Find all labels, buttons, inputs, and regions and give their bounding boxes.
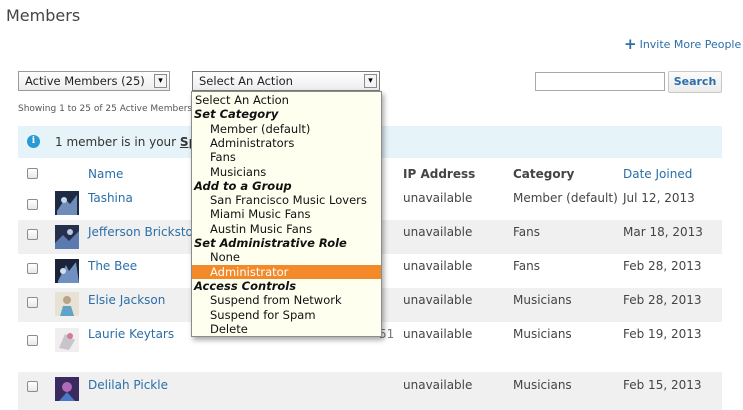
row-checkbox[interactable]	[27, 199, 38, 210]
action-option-fans[interactable]: Fans	[192, 150, 381, 164]
optgroup-access-controls: Access Controls	[194, 278, 297, 293]
action-option-administrators[interactable]: Administrators	[192, 136, 381, 150]
column-header-category: Category	[513, 167, 575, 181]
ip-address: unavailable	[403, 327, 473, 341]
invite-label: Invite More People	[639, 38, 742, 51]
avatar	[55, 292, 79, 316]
optgroup-admin-role: Set Administrative Role	[194, 236, 347, 250]
avatar	[55, 328, 79, 352]
info-message: 1 member is in your Spa	[55, 135, 205, 149]
action-dropdown-menu: Select An Action Set Category Member (de…	[191, 91, 382, 337]
info-icon: i	[27, 135, 40, 148]
search-input[interactable]	[535, 72, 665, 91]
action-option-musicians[interactable]: Musicians	[192, 165, 381, 179]
member-filter-value: Active Members (25)	[25, 74, 145, 88]
invite-more-people-link[interactable]: + Invite More People	[624, 35, 741, 53]
chevron-down-icon: ▾	[364, 74, 377, 88]
member-category: Musicians	[513, 378, 572, 392]
optgroup-set-category: Set Category	[194, 107, 279, 122]
date-joined: Feb 15, 2013	[623, 378, 702, 392]
avatar	[55, 377, 79, 401]
table-row: Delilah Pickle unavailable Musicians Feb…	[18, 372, 722, 410]
action-option-miami-music-fans[interactable]: Miami Music Fans	[192, 207, 381, 221]
column-header-name[interactable]: Name	[88, 167, 123, 181]
date-joined: Feb 28, 2013	[623, 259, 702, 273]
avatar	[55, 225, 79, 249]
column-header-ip: IP Address	[403, 167, 476, 181]
date-joined: Feb 19, 2013	[623, 327, 702, 341]
info-message-text: 1 member is in your	[55, 135, 180, 149]
search-button[interactable]: Search	[668, 71, 722, 93]
column-header-date-joined[interactable]: Date Joined	[623, 167, 692, 181]
select-all-checkbox[interactable]	[27, 168, 38, 179]
date-joined: Feb 28, 2013	[623, 293, 702, 307]
date-joined: Jul 12, 2013	[623, 191, 695, 205]
action-option-member-default[interactable]: Member (default)	[192, 122, 381, 136]
member-name-link[interactable]: Elsie Jackson	[88, 293, 165, 307]
chevron-down-icon: ▾	[154, 74, 167, 88]
action-option-sf-music-lovers[interactable]: San Francisco Music Lovers	[192, 193, 381, 207]
action-option-austin-music-fans[interactable]: Austin Music Fans	[192, 222, 381, 236]
action-option-suspend-spam[interactable]: Suspend for Spam	[192, 308, 381, 322]
row-checkbox[interactable]	[27, 229, 38, 240]
date-joined: Mar 18, 2013	[623, 225, 703, 239]
plus-icon: +	[624, 35, 637, 53]
avatar	[55, 259, 79, 283]
member-category: Fans	[513, 225, 541, 239]
member-name-link[interactable]: Tashina	[88, 191, 133, 205]
page-title: Members	[6, 6, 81, 25]
member-category: Fans	[513, 259, 541, 273]
ip-address: unavailable	[403, 259, 473, 273]
row-checkbox[interactable]	[27, 335, 38, 346]
avatar	[55, 191, 79, 215]
ip-address: unavailable	[403, 378, 473, 392]
member-name-link[interactable]: The Bee	[88, 259, 137, 273]
member-category: Member (default)	[513, 191, 618, 205]
member-name-link[interactable]: Delilah Pickle	[88, 378, 168, 392]
ip-address: unavailable	[403, 225, 473, 239]
action-option-administrator[interactable]: Administrator	[192, 264, 381, 279]
ip-address: unavailable	[403, 191, 473, 205]
action-option-suspend-network[interactable]: Suspend from Network	[192, 293, 381, 307]
action-select-value: Select An Action	[199, 74, 293, 88]
member-category: Musicians	[513, 293, 572, 307]
ip-address: unavailable	[403, 293, 473, 307]
row-checkbox[interactable]	[27, 297, 38, 308]
action-select[interactable]: Select An Action ▾	[192, 71, 380, 91]
member-filter-select[interactable]: Active Members (25) ▾	[18, 71, 170, 91]
member-name-link[interactable]: Laurie Keytars	[88, 327, 174, 341]
action-option-delete[interactable]: Delete	[192, 322, 381, 336]
member-category: Musicians	[513, 327, 572, 341]
row-checkbox[interactable]	[27, 263, 38, 274]
member-name-link[interactable]: Jefferson Brickston	[88, 225, 200, 239]
row-checkbox[interactable]	[27, 381, 38, 392]
action-option-none[interactable]: None	[192, 250, 381, 264]
action-option-select[interactable]: Select An Action	[192, 93, 381, 107]
optgroup-add-to-group: Add to a Group	[194, 178, 292, 193]
showing-count-text: Showing 1 to 25 of 25 Active Members	[18, 104, 193, 114]
